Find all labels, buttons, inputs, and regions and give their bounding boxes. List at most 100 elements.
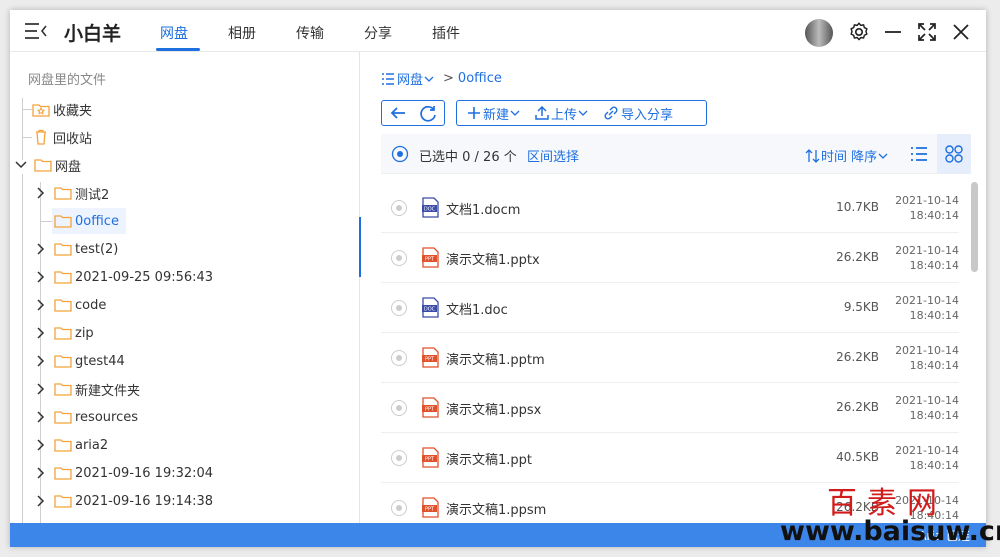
chevron-right-icon[interactable]: [34, 298, 48, 312]
new-button[interactable]: 新建: [467, 104, 521, 123]
tab-transfer[interactable]: 传输: [296, 23, 324, 43]
new-button-label: 新建: [483, 107, 510, 123]
chevron-right-icon[interactable]: [34, 410, 48, 424]
chevron-right-icon[interactable]: [34, 494, 48, 508]
sidebar-item-label: 网盘: [55, 159, 82, 175]
row-checkbox[interactable]: [391, 400, 407, 416]
file-row[interactable]: PPT 演示文稿1.pptx 26.2KB 2021-10-14 18:40:14: [381, 233, 959, 283]
sidebar-item-netdisk[interactable]: 网盘: [14, 152, 81, 178]
chevron-right-icon[interactable]: [34, 186, 48, 200]
chevron-right-icon[interactable]: [34, 438, 48, 452]
sidebar-item-label: 新建文件夹: [75, 383, 141, 399]
list-view-icon[interactable]: [909, 144, 929, 164]
sidebar-item-folder[interactable]: 新建文件夹: [34, 376, 140, 402]
sort-selector[interactable]: 时间 降序: [805, 146, 889, 165]
active-tab-indicator: [156, 48, 200, 51]
select-all-icon[interactable]: [391, 145, 409, 163]
chevron-down-icon[interactable]: [423, 73, 435, 85]
sidebar-item-folder[interactable]: 测试2: [34, 180, 109, 206]
sidebar-item-folder[interactable]: 2021-09-16 19:14:38: [34, 488, 213, 514]
grid-view-toggle[interactable]: [937, 134, 971, 174]
chevron-right-icon[interactable]: [34, 466, 48, 480]
row-checkbox[interactable]: [391, 350, 407, 366]
avatar[interactable]: [805, 19, 833, 47]
sidebar-item-label: 2021-09-16 19:32:04: [75, 465, 214, 481]
plus-icon: [468, 107, 480, 119]
folder-icon: [54, 187, 72, 200]
sidebar-item-recycle-bin[interactable]: 回收站: [32, 124, 92, 150]
file-row[interactable]: DOC 文档1.docm 10.7KB 2021-10-14 18:40:14: [381, 183, 959, 233]
breadcrumb-current[interactable]: 0office: [458, 71, 502, 86]
tab-share[interactable]: 分享: [364, 23, 392, 43]
chevron-right-icon[interactable]: [34, 270, 48, 284]
tab-album[interactable]: 相册: [228, 23, 256, 43]
file-size: 40.5KB: [836, 450, 879, 464]
chevron-right-icon[interactable]: [34, 382, 48, 396]
sidebar-item-label: test(2): [75, 241, 119, 257]
back-arrow-icon[interactable]: [383, 103, 413, 123]
file-row[interactable]: PPT 演示文稿1.ppsx 26.2KB 2021-10-14 18:40:14: [381, 383, 959, 433]
action-toolbar: 新建 上传 导入分享: [456, 100, 707, 126]
sidebar-item-label: 收藏夹: [53, 103, 93, 119]
grid-view-icon: [945, 145, 963, 163]
tab-netdisk[interactable]: 网盘: [160, 23, 188, 43]
sidebar-item-folder[interactable]: 2021-09-25 09:56:43: [34, 264, 213, 290]
range-select-link[interactable]: 区间选择: [527, 146, 579, 165]
row-checkbox[interactable]: [391, 450, 407, 466]
folder-icon: [54, 271, 72, 284]
sidebar-item-folder[interactable]: resources: [34, 404, 138, 430]
chevron-down-icon: [578, 110, 588, 116]
file-type-label: DOC: [424, 307, 436, 313]
sidebar-item-label: zip: [75, 325, 94, 341]
doc-file-icon: DOC: [422, 197, 439, 218]
file-type-label: DOC: [424, 207, 436, 213]
chevron-right-icon[interactable]: [34, 242, 48, 256]
sidebar-item-folder[interactable]: aria2: [34, 432, 108, 458]
row-checkbox[interactable]: [391, 300, 407, 316]
scrollbar[interactable]: [971, 182, 978, 272]
chevron-right-icon[interactable]: [34, 326, 48, 340]
menu-collapse-icon[interactable]: [24, 22, 48, 40]
chevron-right-icon[interactable]: [34, 354, 48, 368]
file-type-label: PPT: [425, 357, 435, 363]
row-checkbox[interactable]: [391, 200, 407, 216]
row-checkbox[interactable]: [391, 500, 407, 516]
refresh-icon[interactable]: [413, 103, 443, 123]
tab-plugins[interactable]: 插件: [432, 23, 460, 43]
folder-icon: [54, 495, 72, 508]
sidebar-item-folder[interactable]: code: [34, 292, 106, 318]
breadcrumb-root[interactable]: 网盘: [397, 69, 423, 88]
sidebar-item-folder[interactable]: test(2): [34, 236, 118, 262]
sidebar-item-folder[interactable]: gtest44: [34, 348, 125, 374]
file-name: 演示文稿1.pptm: [446, 353, 545, 368]
file-date: 2021-10-14 18:40:14: [889, 193, 959, 223]
file-type-label: PPT: [425, 457, 435, 463]
file-row[interactable]: PPT 演示文稿1.pptm 26.2KB 2021-10-14 18:40:14: [381, 333, 959, 383]
gear-icon[interactable]: [848, 21, 870, 43]
file-date-time: 18:40:14: [909, 209, 959, 222]
link-icon: [604, 106, 618, 120]
close-icon[interactable]: [950, 21, 972, 43]
sidebar-item-folder[interactable]: 2021-09-16 19:32:04: [34, 460, 213, 486]
chevron-down-icon[interactable]: [14, 158, 28, 172]
breadcrumb: 网盘 > 0office: [381, 69, 502, 88]
file-date-day: 2021-10-14: [895, 244, 959, 257]
minimize-icon[interactable]: [882, 21, 904, 43]
sidebar-item-folder[interactable]: zip: [34, 320, 94, 346]
upload-button[interactable]: 上传: [535, 104, 589, 123]
sidebar-item-favorites[interactable]: 收藏夹: [32, 96, 92, 122]
sidebar-item-0office[interactable]: 0office: [52, 208, 126, 234]
sidebar-item-label: 2021-09-16 19:14:38: [75, 493, 214, 509]
maximize-icon[interactable]: [916, 21, 938, 43]
upload-icon: [535, 106, 549, 120]
import-share-button[interactable]: 导入分享: [603, 104, 673, 123]
folder-icon: [54, 215, 72, 228]
file-row[interactable]: DOC 文档1.doc 9.5KB 2021-10-14 18:40:14: [381, 283, 959, 333]
selection-bar: 已选中 0 / 26 个 区间选择 时间 降序: [381, 134, 971, 174]
app-window: 小白羊 网盘 相册 传输 分享 插件 网盘里的文件 收藏夹 回收站 网盘 测试2…: [10, 10, 986, 547]
ppt-file-icon: PPT: [422, 397, 439, 418]
sidebar-item-label: gtest44: [75, 353, 125, 369]
list-tree-icon: [382, 72, 394, 85]
row-checkbox[interactable]: [391, 250, 407, 266]
file-row[interactable]: PPT 演示文稿1.ppt 40.5KB 2021-10-14 18:40:14: [381, 433, 959, 483]
